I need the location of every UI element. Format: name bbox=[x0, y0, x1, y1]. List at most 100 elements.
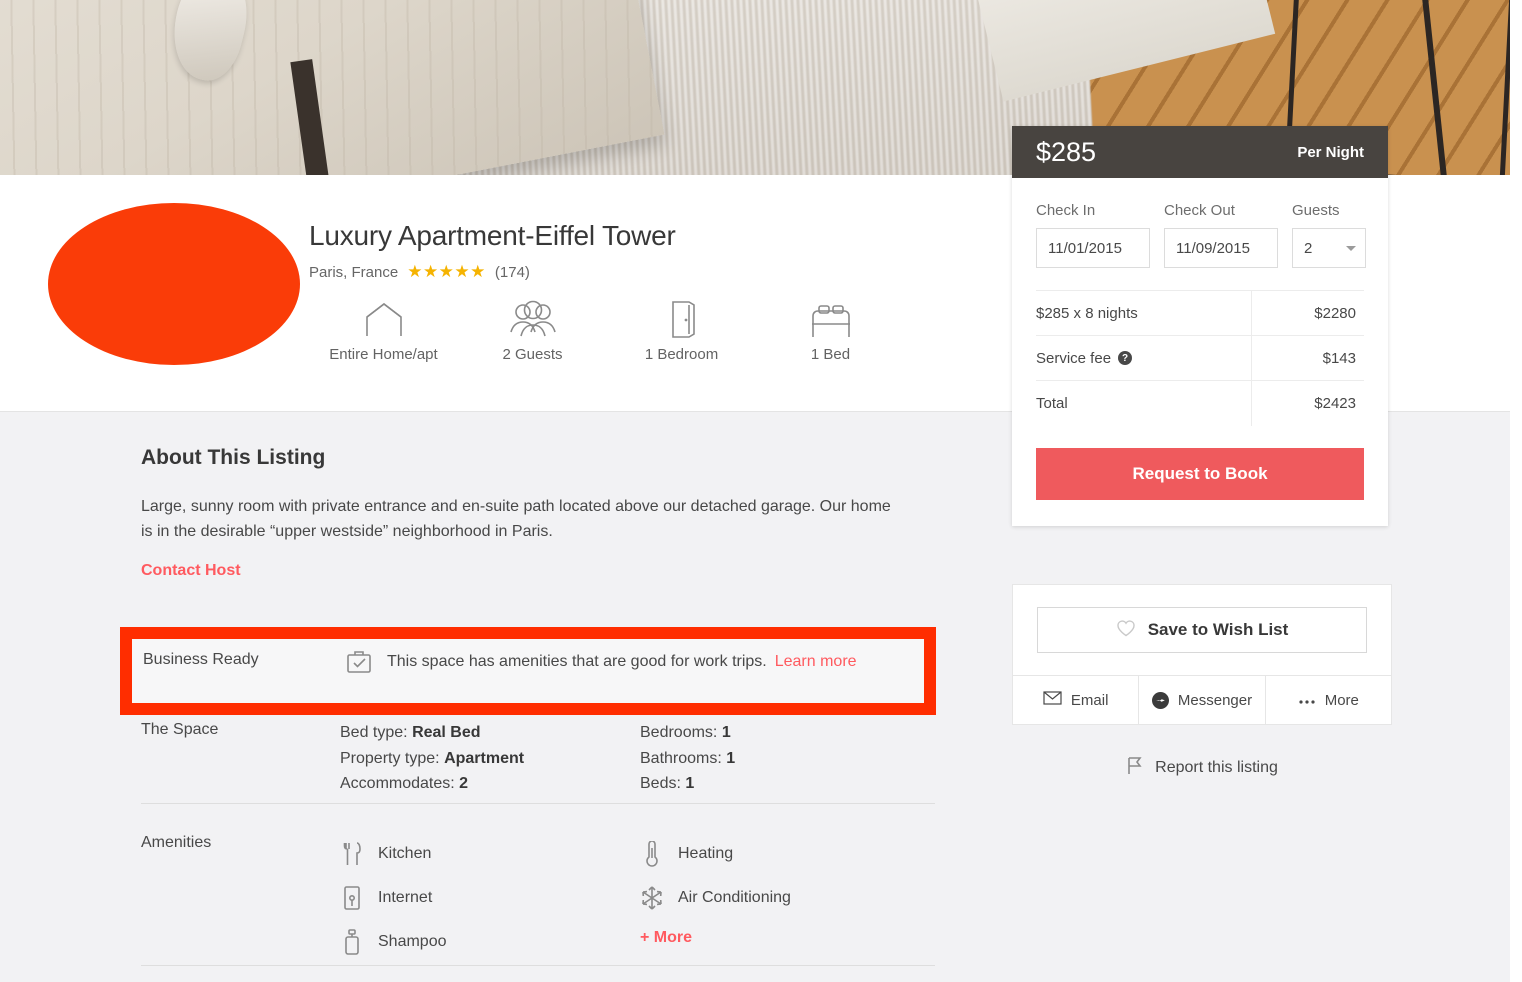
checkout-input[interactable]: 11/09/2015 bbox=[1164, 228, 1278, 268]
report-listing-link[interactable]: Report this listing bbox=[1012, 755, 1392, 780]
contact-host-link[interactable]: Contact Host bbox=[141, 562, 241, 580]
booking-price-header: $285 Per Night bbox=[1012, 126, 1388, 178]
about-description: Large, sunny room with private entrance … bbox=[141, 498, 891, 540]
space-value: Apartment bbox=[444, 749, 525, 767]
share-email-button[interactable]: Email bbox=[1013, 676, 1139, 724]
review-count: (174) bbox=[494, 263, 530, 281]
share-more-button[interactable]: More bbox=[1264, 676, 1391, 724]
space-item: Bed type: Real Bed bbox=[340, 720, 524, 746]
snowflake-icon bbox=[640, 885, 664, 911]
share-label: More bbox=[1324, 691, 1359, 709]
amenity-label: Heating bbox=[678, 845, 734, 862]
space-value: 1 bbox=[726, 749, 736, 767]
space-value: Real Bed bbox=[412, 724, 481, 741]
page-right-margin bbox=[1510, 0, 1522, 982]
checkin-group: Check In 11/01/2015 bbox=[1036, 202, 1150, 268]
checkout-value: 11/09/2015 bbox=[1176, 239, 1250, 257]
amenity-item: Heating bbox=[640, 832, 791, 876]
date-guest-row: Check In 11/01/2015 Check Out 11/09/2015… bbox=[1036, 202, 1366, 268]
guests-icon bbox=[509, 300, 557, 338]
heart-icon bbox=[1116, 619, 1136, 642]
business-ready-highlight bbox=[120, 627, 936, 715]
star-rating-icon: ★★★★★ bbox=[407, 262, 486, 281]
wishlist-section: Save to Wish List bbox=[1013, 585, 1391, 675]
amenities-column-2: Heating Air Conditioning + More bbox=[640, 832, 791, 947]
the-space-label: The Space bbox=[141, 721, 219, 738]
checkout-group: Check Out 11/09/2015 bbox=[1164, 202, 1278, 268]
booking-card: $285 Per Night Check In 11/01/2015 Check… bbox=[1012, 126, 1388, 526]
business-ready-description: This space has amenities that are good f… bbox=[387, 653, 767, 670]
amenities-more-link[interactable]: + More bbox=[640, 929, 791, 947]
share-label: Messenger bbox=[1177, 691, 1253, 709]
space-value: 1 bbox=[721, 724, 731, 741]
price-unit: Per Night bbox=[1297, 143, 1364, 161]
envelope-icon bbox=[1043, 691, 1062, 709]
fact-bedroom: 1 Bedroom bbox=[607, 300, 756, 363]
shampoo-bottle-icon bbox=[340, 929, 364, 955]
door-icon bbox=[667, 300, 697, 338]
bed-icon bbox=[809, 300, 853, 338]
amenity-label: Air Conditioning bbox=[678, 889, 791, 906]
the-space-column-1: Bed type: Real Bed Property type: Apartm… bbox=[340, 720, 524, 797]
business-ready-label: Business Ready bbox=[143, 651, 259, 668]
amenity-label: Internet bbox=[378, 889, 433, 906]
wooden-table bbox=[0, 0, 665, 175]
space-key: Accommodates: bbox=[340, 775, 455, 792]
messenger-icon bbox=[1151, 691, 1169, 709]
about-heading: About This Listing bbox=[141, 446, 326, 469]
checkin-input[interactable]: 11/01/2015 bbox=[1036, 228, 1150, 268]
space-key: Property type: bbox=[340, 749, 440, 767]
house-icon bbox=[363, 300, 405, 338]
space-key: Bathrooms: bbox=[640, 749, 722, 767]
share-messenger-button[interactable]: Messenger bbox=[1138, 676, 1265, 724]
guests-group: Guests 2 bbox=[1292, 202, 1366, 268]
help-icon[interactable]: ? bbox=[1118, 351, 1133, 365]
listing-location: Paris, France bbox=[309, 263, 399, 281]
listing-facts: Entire Home/apt 2 Guests 1 Bedroom 1 Bed bbox=[309, 300, 905, 363]
business-ready-text: This space has amenities that are good f… bbox=[387, 653, 857, 671]
booking-form: Check In 11/01/2015 Check Out 11/09/2015… bbox=[1012, 178, 1388, 500]
the-space-column-2: Bedrooms: 1 Bathrooms: 1 Beds: 1 bbox=[640, 720, 735, 797]
nightly-price: $285 bbox=[1036, 136, 1097, 167]
learn-more-link[interactable]: Learn more bbox=[775, 653, 857, 670]
flag-icon bbox=[1126, 755, 1144, 780]
space-key: Beds: bbox=[640, 775, 681, 792]
page-title: Luxury Apartment-Eiffel Tower bbox=[309, 220, 676, 251]
section-divider-bottom bbox=[141, 965, 935, 966]
ellipsis-icon bbox=[1298, 692, 1316, 709]
save-to-wish-list-button[interactable]: Save to Wish List bbox=[1037, 607, 1367, 653]
space-item: Accommodates: 2 bbox=[340, 771, 524, 797]
space-item: Beds: 1 bbox=[640, 771, 735, 797]
price-row-amount: $143 bbox=[1322, 349, 1356, 367]
fact-label: 2 Guests bbox=[502, 346, 563, 363]
price-row-label: $285 x 8 nights bbox=[1036, 291, 1252, 335]
service-fee-text: Service fee bbox=[1036, 349, 1112, 367]
table-row: Total $2423 bbox=[1036, 381, 1364, 426]
amenity-label: Kitchen bbox=[378, 845, 432, 862]
section-divider bbox=[141, 803, 935, 804]
checkout-label: Check Out bbox=[1164, 202, 1235, 219]
space-value: 1 bbox=[685, 775, 695, 792]
request-to-book-button[interactable]: Request to Book bbox=[1036, 448, 1364, 500]
table-grain bbox=[0, 0, 665, 175]
space-value: 2 bbox=[459, 775, 469, 792]
guests-select[interactable]: 2 bbox=[1292, 228, 1366, 268]
space-item: Bathrooms: 1 bbox=[640, 746, 735, 772]
guests-label: Guests bbox=[1292, 202, 1340, 219]
space-key: Bedrooms: bbox=[640, 724, 718, 741]
host-avatar-redaction-overlay bbox=[48, 203, 300, 365]
price-row-amount: $2280 bbox=[1314, 304, 1356, 322]
fact-bed: 1 Bed bbox=[756, 300, 905, 363]
amenity-item: Air Conditioning bbox=[640, 876, 791, 920]
amenity-item: Internet bbox=[340, 876, 447, 920]
wifi-router-icon bbox=[340, 885, 364, 911]
checkin-label: Check In bbox=[1036, 202, 1096, 219]
fact-label: 1 Bedroom bbox=[644, 346, 719, 363]
share-label: Email bbox=[1070, 691, 1109, 709]
guests-value: 2 bbox=[1304, 239, 1313, 257]
amenity-item: Shampoo bbox=[340, 920, 447, 964]
fact-label: 1 Bed bbox=[810, 346, 851, 363]
listing-page: Luxury Apartment-Eiffel Tower Paris, Fra… bbox=[0, 0, 1522, 982]
amenity-item: Kitchen bbox=[340, 832, 447, 876]
table-row: Service fee ? $143 bbox=[1036, 336, 1364, 381]
